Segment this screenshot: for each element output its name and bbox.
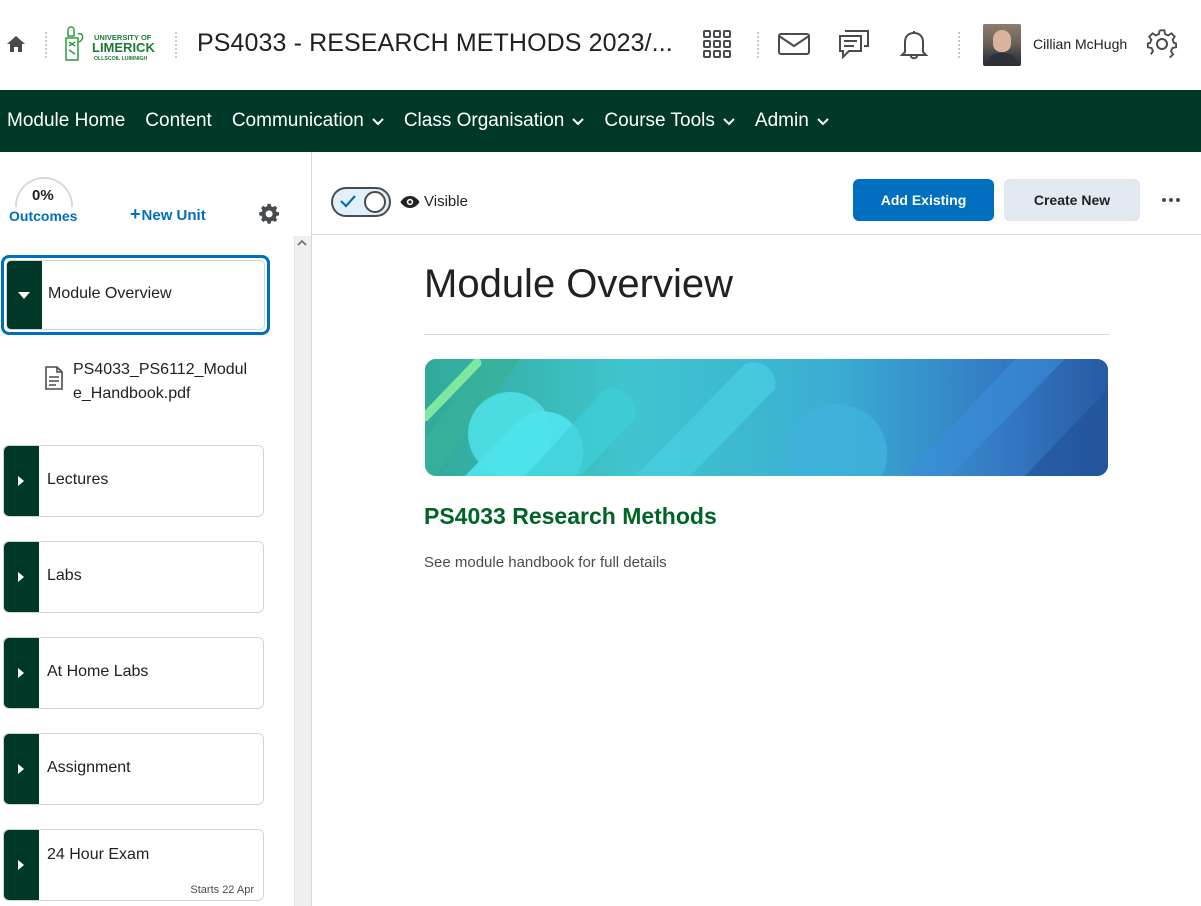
chevron-down-icon <box>723 118 735 126</box>
user-name[interactable]: Cillian McHugh <box>1033 36 1127 52</box>
toc-toolbar: 0% Outcomes +New Unit <box>0 152 311 236</box>
unit-24-hour-exam[interactable]: 24 Hour Exam Starts 22 Apr <box>3 829 264 901</box>
file-name: PS4033_PS6112_Module_Handbook.pdf <box>73 361 248 402</box>
unit-status: Starts 22 Apr <box>190 884 254 896</box>
course-title[interactable]: PS4033 - RESEARCH METHODS 2023/... <box>197 29 673 58</box>
apps-grid-icon[interactable] <box>699 26 735 62</box>
unit-label: Module Overview <box>48 285 172 302</box>
divider <box>175 32 177 58</box>
gear-icon[interactable] <box>1144 26 1180 62</box>
unit-module-overview[interactable]: Module Overview <box>1 255 270 335</box>
nav-module-home[interactable]: Module Home <box>7 110 125 132</box>
toc-scroll-area[interactable]: Module Overview PS4033_PS6112_Module_Han… <box>0 236 311 906</box>
nav-admin[interactable]: Admin <box>755 110 829 132</box>
caret-right-icon[interactable] <box>17 860 25 870</box>
outcomes-link[interactable]: Outcomes <box>9 208 77 224</box>
scrollbar[interactable] <box>294 236 311 906</box>
outcomes-percent: 0% <box>32 187 54 204</box>
chevron-down-icon <box>572 118 585 126</box>
svg-text:OLLSCOIL LUIMNIGH: OLLSCOIL LUIMNIGH <box>94 56 147 62</box>
visibility-label: Visible <box>424 193 468 210</box>
caret-right-icon[interactable] <box>17 476 25 486</box>
caret-right-icon[interactable] <box>17 668 25 678</box>
content-text: See module handbook for full details <box>424 554 667 571</box>
divider <box>958 32 960 58</box>
nav-label: Class Organisation <box>403 110 565 131</box>
page-title: Module Overview <box>424 262 734 306</box>
divider <box>424 334 1110 335</box>
create-new-button[interactable]: Create New <box>1004 179 1140 221</box>
nav-content[interactable]: Content <box>145 110 212 132</box>
chat-icon[interactable] <box>836 26 872 62</box>
nav-label: Module Home <box>7 110 126 131</box>
unit-label: Lectures <box>47 471 109 488</box>
avatar[interactable] <box>983 24 1021 66</box>
top-header: UNIVERSITY OF LIMERICK OLLSCOIL LUIMNIGH… <box>0 0 1201 90</box>
checkmark-icon <box>340 195 356 208</box>
plus-icon: + <box>130 204 141 224</box>
module-nav-bar: Module Home Content Communication Class … <box>0 90 1201 152</box>
divider <box>757 32 759 58</box>
document-icon <box>45 366 63 390</box>
caret-down-icon[interactable] <box>18 292 30 300</box>
unit-at-home-labs[interactable]: At Home Labs <box>3 637 264 709</box>
new-unit-button[interactable]: +New Unit <box>130 204 206 225</box>
banner-image <box>425 359 1108 476</box>
unit-lectures[interactable]: Lectures <box>3 445 264 517</box>
add-existing-button[interactable]: Add Existing <box>853 179 994 221</box>
nav-label: Communication <box>231 110 364 131</box>
unit-label: 24 Hour Exam <box>47 846 150 863</box>
new-unit-label: New Unit <box>141 207 206 224</box>
nav-label: Admin <box>754 110 809 131</box>
caret-right-icon[interactable] <box>17 572 25 582</box>
unit-label: At Home Labs <box>47 663 149 680</box>
settings-gear-icon[interactable] <box>259 203 281 225</box>
unit-assignment[interactable]: Assignment <box>3 733 264 805</box>
table-of-contents-panel: 0% Outcomes +New Unit Module Overview PS… <box>0 152 312 906</box>
svg-text:LIMERICK: LIMERICK <box>92 40 155 55</box>
content-heading: PS4033 Research Methods <box>424 503 717 529</box>
eye-icon <box>400 196 420 208</box>
unit-label: Labs <box>47 567 82 584</box>
bell-icon[interactable] <box>896 26 932 62</box>
nav-label: Content <box>145 110 212 131</box>
chevron-down-icon <box>372 118 384 126</box>
nav-course-tools[interactable]: Course Tools <box>604 110 735 132</box>
divider <box>45 32 47 58</box>
more-options-icon[interactable] <box>1159 188 1183 212</box>
content-panel: Visible Add Existing Create New Module O… <box>312 152 1201 906</box>
nav-class-organisation[interactable]: Class Organisation <box>404 110 585 132</box>
toggle-knob <box>364 191 386 213</box>
university-logo[interactable]: UNIVERSITY OF LIMERICK OLLSCOIL LUIMNIGH <box>64 24 158 66</box>
home-icon[interactable] <box>6 34 26 54</box>
visibility-toggle[interactable] <box>331 187 391 217</box>
content-toolbar: Visible Add Existing Create New <box>312 152 1201 235</box>
unit-card: Module Overview <box>6 260 265 330</box>
unit-label: Assignment <box>47 759 131 776</box>
scroll-up-icon[interactable] <box>297 239 307 247</box>
file-item[interactable]: PS4033_PS6112_Module_Handbook.pdf <box>45 358 265 408</box>
nav-communication[interactable]: Communication <box>232 110 384 132</box>
caret-right-icon[interactable] <box>17 764 25 774</box>
unit-labs[interactable]: Labs <box>3 541 264 613</box>
nav-label: Course Tools <box>604 110 715 131</box>
chevron-down-icon <box>817 118 829 126</box>
mail-icon[interactable] <box>776 26 812 62</box>
